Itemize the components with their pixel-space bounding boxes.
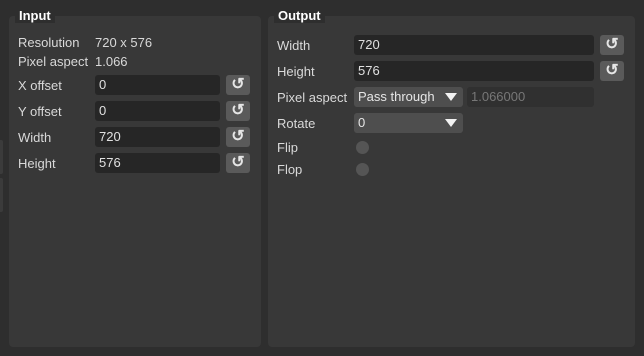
input-x-offset-row: X offset 0 ↺ bbox=[9, 74, 261, 96]
input-width-row: Width 720 ↺ bbox=[9, 126, 261, 148]
flip-label: Flip bbox=[277, 140, 298, 155]
output-height-field[interactable]: 576 bbox=[354, 61, 594, 81]
chevron-down-icon bbox=[445, 93, 457, 101]
y-offset-field[interactable]: 0 bbox=[95, 101, 220, 121]
output-width-label: Width bbox=[277, 38, 311, 53]
rotate-value: 0 bbox=[358, 115, 366, 130]
pixel-aspect-value-field: 1.066000 bbox=[467, 87, 594, 107]
resolution-label: Resolution bbox=[18, 35, 80, 50]
input-height-field[interactable]: 576 bbox=[95, 153, 220, 173]
chevron-down-icon bbox=[445, 119, 457, 127]
output-pixel-aspect-label: Pixel aspect bbox=[277, 90, 348, 105]
input-width-label: Width bbox=[18, 130, 52, 145]
pixel-aspect-value: 1.066 bbox=[95, 54, 128, 69]
y-offset-label: Y offset bbox=[18, 104, 62, 119]
flop-label: Flop bbox=[277, 162, 303, 177]
input-y-offset-row: Y offset 0 ↺ bbox=[9, 100, 261, 122]
pixel-aspect-label: Pixel aspect bbox=[18, 54, 89, 69]
output-flop-row: Flop bbox=[268, 158, 635, 180]
output-height-label: Height bbox=[277, 64, 315, 79]
input-height-row: Height 576 ↺ bbox=[9, 152, 261, 174]
input-panel: Input Resolution 720 x 576 Pixel aspect … bbox=[9, 9, 261, 347]
reset-icon[interactable]: ↺ bbox=[226, 153, 250, 173]
output-height-row: Height 576 ↺ bbox=[268, 60, 635, 82]
reset-icon[interactable]: ↺ bbox=[600, 61, 624, 81]
output-panel-title: Output bbox=[274, 9, 325, 23]
reset-icon[interactable]: ↺ bbox=[226, 101, 250, 121]
flip-toggle[interactable] bbox=[356, 141, 369, 154]
x-offset-field[interactable]: 0 bbox=[95, 75, 220, 95]
reset-icon[interactable]: ↺ bbox=[226, 127, 250, 147]
output-rotate-row: Rotate 0 bbox=[268, 112, 635, 134]
pixel-aspect-dropdown[interactable]: Pass through bbox=[354, 87, 463, 107]
resolution-value: 720 x 576 bbox=[95, 35, 153, 50]
input-panel-title: Input bbox=[15, 9, 55, 23]
rotate-label: Rotate bbox=[277, 116, 316, 131]
output-flip-row: Flip bbox=[268, 136, 635, 158]
x-offset-label: X offset bbox=[18, 78, 62, 93]
output-width-field[interactable]: 720 bbox=[354, 35, 594, 55]
output-width-row: Width 720 ↺ bbox=[268, 34, 635, 56]
output-pixel-aspect-row: Pixel aspect Pass through 1.066000 bbox=[268, 86, 635, 108]
input-height-label: Height bbox=[18, 156, 56, 171]
side-panel-tab-bottom[interactable] bbox=[0, 178, 3, 212]
flop-toggle[interactable] bbox=[356, 163, 369, 176]
side-panel-tab-top[interactable] bbox=[0, 140, 3, 174]
input-width-field[interactable]: 720 bbox=[95, 127, 220, 147]
pixel-aspect-mode: Pass through bbox=[358, 89, 435, 104]
rotate-dropdown[interactable]: 0 bbox=[354, 113, 463, 133]
input-pixel-aspect-row: Pixel aspect 1.066 bbox=[9, 52, 261, 74]
reset-icon[interactable]: ↺ bbox=[600, 35, 624, 55]
output-panel: Output Width 720 ↺ Height 576 ↺ Pixel as… bbox=[268, 9, 635, 347]
reset-icon[interactable]: ↺ bbox=[226, 75, 250, 95]
